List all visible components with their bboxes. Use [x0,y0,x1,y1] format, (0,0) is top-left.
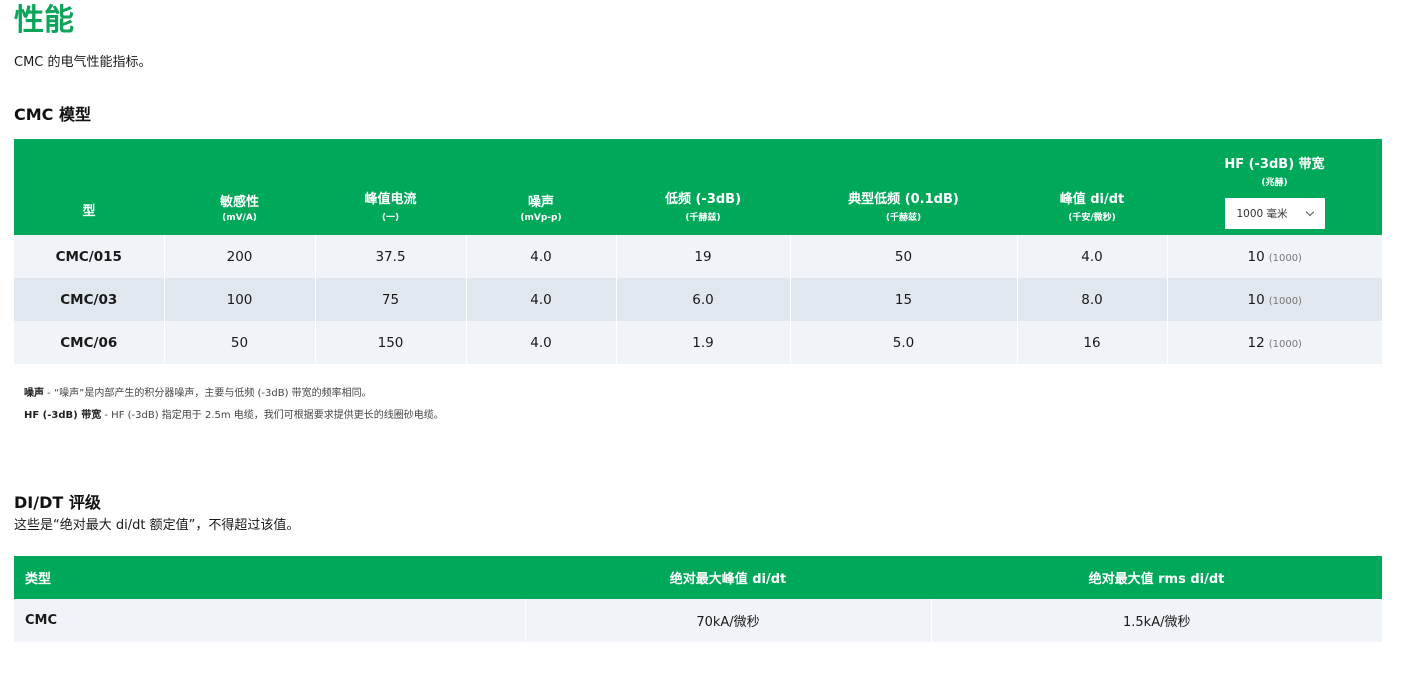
table-row: CMC/06 50 150 4.0 1.9 5.0 16 12 (1000) [14,321,1382,364]
cell-lf: 1.9 [616,321,791,364]
col-header-sensitivity: 敏感性 (mV/A) [164,139,315,235]
col-header-typical-lf: 典型低频 (0.1dB) (千赫兹) [790,139,1017,235]
cell-hf: 10 (1000) [1167,235,1382,278]
note-noise: 噪声 - “噪声”是内部产生的积分器噪声，主要与低频 (-3dB) 带宽的频率相… [24,388,372,399]
cell-type: CMC/015 [14,235,165,278]
cell-lf: 6.0 [616,278,791,321]
col-header-lf: 低频 (-3dB) (千赫兹) [616,139,790,235]
cell-sensitivity: 50 [164,321,316,364]
page-title: 性能 [14,3,74,38]
table-row: CMC 70kA/微秒 1.5kA/微秒 [14,599,1382,642]
model-table-header: 型 敏感性 (mV/A) 峰值电流 (一) 噪声 (mVp-p) 低频 (-3dB)(… [14,139,1382,235]
didt-table-header: 类型 绝对最大峰值 di/dt 绝对最大值 rms di/dt [14,556,1382,599]
cell-peak-didt: 4.0 [1017,235,1168,278]
note-hf: HF (-3dB) 带宽 - HF (-3dB) 指定用于 2.5m 电缆，我们… [24,410,444,421]
col-header-type: 类型 [14,556,525,599]
table-row: CMC/015 200 37.5 4.0 19 50 4.0 10 (1000) [14,235,1382,278]
table-notes: 噪声 - “噪声”是内部产生的积分器噪声，主要与低频 (-3dB) 带宽的频率相… [24,383,444,427]
hf-select-value: 1000 毫米 [1236,208,1288,220]
page-intro: CMC 的电气性能指标。 [14,55,152,70]
col-header-peak-didt: 峰值 di/dt (千安/微秒) [1017,139,1167,235]
cell-type: CMC/06 [14,321,165,364]
table-row: CMC/03 100 75 4.0 6.0 15 8.0 10 (1000) [14,278,1382,321]
cell-peak-didt: 16 [1017,321,1168,364]
col-header-abs-peak: 绝对最大峰值 di/dt [525,556,931,599]
cell-peak-didt: 8.0 [1017,278,1168,321]
cell-type: CMC/03 [14,278,165,321]
cell-noise: 4.0 [466,321,617,364]
didt-section-desc: 这些是“绝对最大 di/dt 额定值”，不得超过该值。 [14,518,300,533]
cell-peak-current: 150 [315,321,467,364]
cell-sensitivity: 100 [164,278,316,321]
model-table: 型 敏感性 (mV/A) 峰值电流 (一) 噪声 (mVp-p) 低频 (-3dB)(… [14,139,1382,364]
cell-abs-rms: 1.5kA/微秒 [931,599,1382,642]
didt-table: 类型 绝对最大峰值 di/dt 绝对最大值 rms di/dt CMC 70kA… [14,556,1382,642]
cell-typical-lf: 15 [790,278,1018,321]
col-header-hf: HF (-3dB) 带宽 (兆赫) 1000 毫米 [1167,139,1382,235]
cell-type: CMC [14,599,526,642]
cell-typical-lf: 50 [790,235,1018,278]
cell-hf: 10 (1000) [1167,278,1382,321]
cell-abs-peak: 70kA/微秒 [525,599,932,642]
col-header-peak-current: 峰值电流 (一) [315,139,466,235]
didt-section-title: DI/DT 评级 [14,493,101,512]
chevron-down-icon [1305,207,1314,217]
cell-typical-lf: 5.0 [790,321,1018,364]
col-header-abs-rms: 绝对最大值 rms di/dt [931,556,1382,599]
cell-lf: 19 [616,235,791,278]
cell-noise: 4.0 [466,235,617,278]
col-header-type: 型 [14,139,164,235]
cell-sensitivity: 200 [164,235,316,278]
cell-peak-current: 37.5 [315,235,467,278]
hf-cable-select[interactable]: 1000 毫米 [1224,198,1325,229]
model-section-title: CMC 模型 [14,105,91,124]
cell-peak-current: 75 [315,278,467,321]
cell-noise: 4.0 [466,278,617,321]
cell-hf: 12 (1000) [1167,321,1382,364]
col-header-noise: 噪声 (mVp-p) [466,139,616,235]
